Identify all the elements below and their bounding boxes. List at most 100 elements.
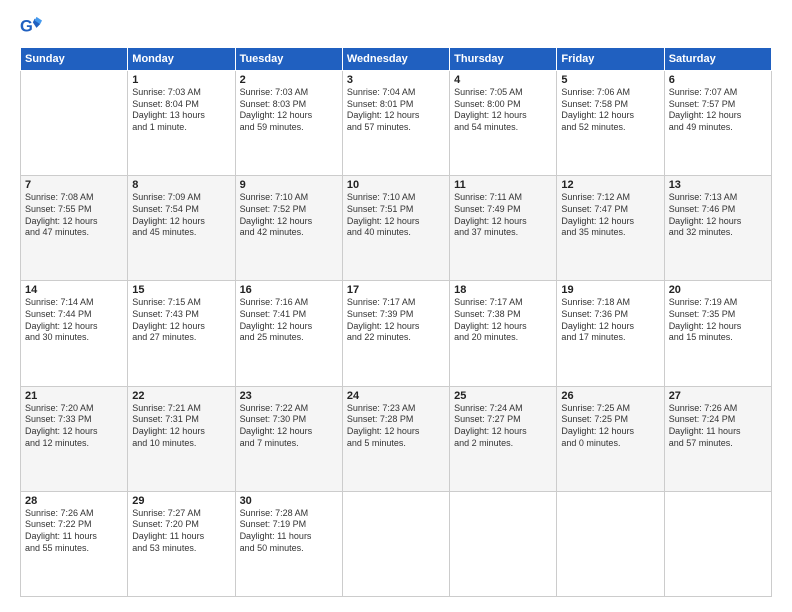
day-number: 28 [25,495,123,507]
header-tuesday: Tuesday [235,48,342,71]
calendar-cell: 8Sunrise: 7:09 AM Sunset: 7:54 PM Daylig… [128,176,235,281]
week-row-0: 1Sunrise: 7:03 AM Sunset: 8:04 PM Daylig… [21,71,772,176]
svg-text:G: G [20,18,33,36]
day-info: Sunrise: 7:20 AM Sunset: 7:33 PM Dayligh… [25,403,123,450]
header-monday: Monday [128,48,235,71]
calendar-cell: 9Sunrise: 7:10 AM Sunset: 7:52 PM Daylig… [235,176,342,281]
day-info: Sunrise: 7:08 AM Sunset: 7:55 PM Dayligh… [25,192,123,239]
day-info: Sunrise: 7:04 AM Sunset: 8:01 PM Dayligh… [347,87,445,134]
calendar-cell: 15Sunrise: 7:15 AM Sunset: 7:43 PM Dayli… [128,281,235,386]
day-number: 22 [132,390,230,402]
week-row-3: 21Sunrise: 7:20 AM Sunset: 7:33 PM Dayli… [21,386,772,491]
day-number: 15 [132,284,230,296]
week-row-4: 28Sunrise: 7:26 AM Sunset: 7:22 PM Dayli… [21,491,772,596]
calendar-cell: 11Sunrise: 7:11 AM Sunset: 7:49 PM Dayli… [450,176,557,281]
day-number: 29 [132,495,230,507]
day-number: 24 [347,390,445,402]
day-info: Sunrise: 7:14 AM Sunset: 7:44 PM Dayligh… [25,297,123,344]
day-info: Sunrise: 7:17 AM Sunset: 7:39 PM Dayligh… [347,297,445,344]
header: G [20,15,772,37]
day-info: Sunrise: 7:26 AM Sunset: 7:24 PM Dayligh… [669,403,767,450]
calendar-cell: 21Sunrise: 7:20 AM Sunset: 7:33 PM Dayli… [21,386,128,491]
day-number: 2 [240,74,338,86]
day-number: 8 [132,179,230,191]
page: G SundayMondayTuesdayWednesdayThursdayFr… [0,0,792,612]
calendar-cell: 12Sunrise: 7:12 AM Sunset: 7:47 PM Dayli… [557,176,664,281]
calendar-cell: 28Sunrise: 7:26 AM Sunset: 7:22 PM Dayli… [21,491,128,596]
calendar-cell [664,491,771,596]
day-info: Sunrise: 7:24 AM Sunset: 7:27 PM Dayligh… [454,403,552,450]
day-number: 12 [561,179,659,191]
day-info: Sunrise: 7:23 AM Sunset: 7:28 PM Dayligh… [347,403,445,450]
calendar-cell: 27Sunrise: 7:26 AM Sunset: 7:24 PM Dayli… [664,386,771,491]
calendar-cell [557,491,664,596]
day-info: Sunrise: 7:17 AM Sunset: 7:38 PM Dayligh… [454,297,552,344]
day-info: Sunrise: 7:06 AM Sunset: 7:58 PM Dayligh… [561,87,659,134]
day-number: 11 [454,179,552,191]
calendar-cell: 29Sunrise: 7:27 AM Sunset: 7:20 PM Dayli… [128,491,235,596]
day-info: Sunrise: 7:10 AM Sunset: 7:52 PM Dayligh… [240,192,338,239]
header-friday: Friday [557,48,664,71]
day-info: Sunrise: 7:19 AM Sunset: 7:35 PM Dayligh… [669,297,767,344]
day-number: 7 [25,179,123,191]
day-number: 6 [669,74,767,86]
day-info: Sunrise: 7:11 AM Sunset: 7:49 PM Dayligh… [454,192,552,239]
day-number: 21 [25,390,123,402]
calendar-cell: 19Sunrise: 7:18 AM Sunset: 7:36 PM Dayli… [557,281,664,386]
day-number: 3 [347,74,445,86]
calendar-cell: 18Sunrise: 7:17 AM Sunset: 7:38 PM Dayli… [450,281,557,386]
calendar-cell: 24Sunrise: 7:23 AM Sunset: 7:28 PM Dayli… [342,386,449,491]
day-number: 18 [454,284,552,296]
day-info: Sunrise: 7:26 AM Sunset: 7:22 PM Dayligh… [25,508,123,555]
day-info: Sunrise: 7:28 AM Sunset: 7:19 PM Dayligh… [240,508,338,555]
day-info: Sunrise: 7:15 AM Sunset: 7:43 PM Dayligh… [132,297,230,344]
calendar-cell: 14Sunrise: 7:14 AM Sunset: 7:44 PM Dayli… [21,281,128,386]
calendar-cell: 6Sunrise: 7:07 AM Sunset: 7:57 PM Daylig… [664,71,771,176]
calendar-header-row: SundayMondayTuesdayWednesdayThursdayFrid… [21,48,772,71]
day-number: 13 [669,179,767,191]
calendar-cell [342,491,449,596]
calendar-cell: 30Sunrise: 7:28 AM Sunset: 7:19 PM Dayli… [235,491,342,596]
week-row-1: 7Sunrise: 7:08 AM Sunset: 7:55 PM Daylig… [21,176,772,281]
calendar-cell: 3Sunrise: 7:04 AM Sunset: 8:01 PM Daylig… [342,71,449,176]
day-info: Sunrise: 7:05 AM Sunset: 8:00 PM Dayligh… [454,87,552,134]
calendar-cell [450,491,557,596]
day-number: 4 [454,74,552,86]
header-wednesday: Wednesday [342,48,449,71]
day-number: 30 [240,495,338,507]
day-number: 16 [240,284,338,296]
day-info: Sunrise: 7:22 AM Sunset: 7:30 PM Dayligh… [240,403,338,450]
day-number: 1 [132,74,230,86]
calendar-cell: 25Sunrise: 7:24 AM Sunset: 7:27 PM Dayli… [450,386,557,491]
calendar-cell: 4Sunrise: 7:05 AM Sunset: 8:00 PM Daylig… [450,71,557,176]
logo-icon: G [20,15,42,37]
day-info: Sunrise: 7:03 AM Sunset: 8:03 PM Dayligh… [240,87,338,134]
calendar-cell [21,71,128,176]
day-info: Sunrise: 7:03 AM Sunset: 8:04 PM Dayligh… [132,87,230,134]
header-sunday: Sunday [21,48,128,71]
calendar-cell: 23Sunrise: 7:22 AM Sunset: 7:30 PM Dayli… [235,386,342,491]
calendar-cell: 26Sunrise: 7:25 AM Sunset: 7:25 PM Dayli… [557,386,664,491]
calendar-cell: 22Sunrise: 7:21 AM Sunset: 7:31 PM Dayli… [128,386,235,491]
day-number: 26 [561,390,659,402]
calendar-cell: 20Sunrise: 7:19 AM Sunset: 7:35 PM Dayli… [664,281,771,386]
day-info: Sunrise: 7:25 AM Sunset: 7:25 PM Dayligh… [561,403,659,450]
day-number: 17 [347,284,445,296]
header-thursday: Thursday [450,48,557,71]
day-number: 27 [669,390,767,402]
day-number: 19 [561,284,659,296]
calendar: SundayMondayTuesdayWednesdayThursdayFrid… [20,47,772,597]
day-number: 10 [347,179,445,191]
day-info: Sunrise: 7:13 AM Sunset: 7:46 PM Dayligh… [669,192,767,239]
day-info: Sunrise: 7:27 AM Sunset: 7:20 PM Dayligh… [132,508,230,555]
day-number: 9 [240,179,338,191]
day-info: Sunrise: 7:18 AM Sunset: 7:36 PM Dayligh… [561,297,659,344]
calendar-cell: 7Sunrise: 7:08 AM Sunset: 7:55 PM Daylig… [21,176,128,281]
calendar-cell: 16Sunrise: 7:16 AM Sunset: 7:41 PM Dayli… [235,281,342,386]
calendar-cell: 10Sunrise: 7:10 AM Sunset: 7:51 PM Dayli… [342,176,449,281]
day-info: Sunrise: 7:21 AM Sunset: 7:31 PM Dayligh… [132,403,230,450]
header-saturday: Saturday [664,48,771,71]
day-number: 14 [25,284,123,296]
day-number: 5 [561,74,659,86]
day-info: Sunrise: 7:10 AM Sunset: 7:51 PM Dayligh… [347,192,445,239]
